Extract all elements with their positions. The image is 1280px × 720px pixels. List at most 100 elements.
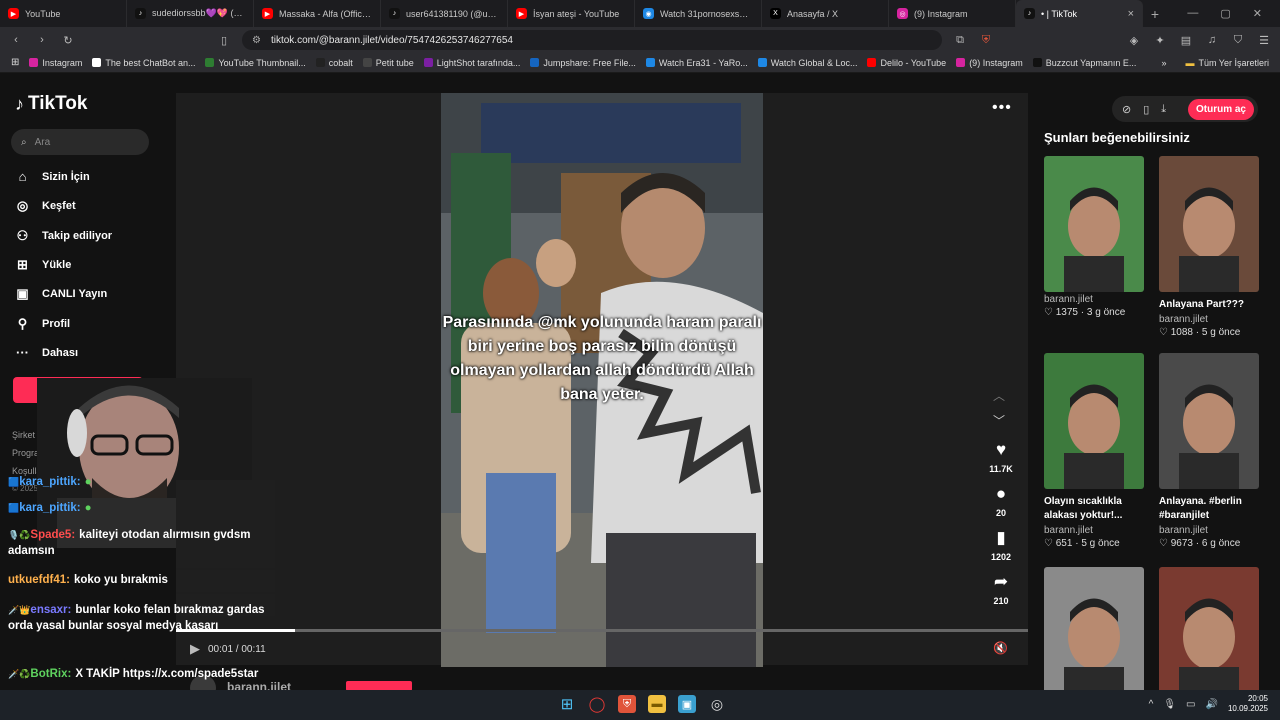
bookmark-item[interactable]: Buzzcut Yapmanın E...	[1028, 58, 1142, 68]
minimize-icon[interactable]: —	[1187, 7, 1198, 20]
shield-icon[interactable]: ⛨	[978, 34, 994, 47]
screenshot-tool-icon[interactable]: ▣	[678, 695, 696, 713]
tab-4[interactable]: ▶ İsyan ateşi - YouTube	[508, 0, 635, 27]
puzzle-icon[interactable]: ✦	[1152, 34, 1168, 47]
extensions-icon[interactable]: ⧉	[952, 34, 968, 47]
video-thumbnail[interactable]	[1159, 156, 1259, 292]
suggested-video-card[interactable]: Anlayana. #berlin #baranjilet barann.jile…	[1159, 353, 1259, 549]
chevron-up-icon[interactable]: ︿	[993, 387, 1005, 404]
upload-icon: ⊞	[17, 257, 28, 272]
bookmark-item[interactable]: cobalt	[311, 58, 358, 68]
maximize-icon[interactable]: ▢	[1220, 7, 1230, 20]
chevron-right-icon[interactable]: »	[1161, 58, 1166, 68]
forward-icon[interactable]: ›	[34, 34, 50, 46]
bookmark-item[interactable]: The best ChatBot an...	[87, 58, 200, 68]
card-author[interactable]: barann.jilet	[1044, 525, 1144, 536]
suggested-video-card[interactable]: barann.jilet ♡ 1375 · 3 g önce	[1044, 156, 1144, 318]
music-icon[interactable]: ♫	[1204, 34, 1220, 47]
volume-icon[interactable]: 🔊	[1206, 699, 1218, 710]
card-stats: ♡ 1375 · 3 g önce	[1044, 307, 1126, 318]
menu-icon[interactable]: ☰	[1256, 34, 1272, 47]
video-caption: Parasınında @mk yolununda haram paralı b…	[442, 314, 762, 403]
tab-6[interactable]: X Anasayfa / X	[762, 0, 889, 27]
back-icon[interactable]: ‹	[8, 34, 24, 46]
card-author[interactable]: barann.jilet	[1044, 294, 1144, 305]
close-window-icon[interactable]: ✕	[1253, 7, 1262, 20]
sidebar-item-5[interactable]: ⚲ Profil	[15, 316, 70, 332]
bookmark-item[interactable]: Watch Era31 - YaRo...	[641, 58, 753, 68]
video-thumbnail[interactable]	[1044, 156, 1144, 292]
sidebar-item-6[interactable]: ··· Dahası	[15, 345, 78, 360]
tab-7[interactable]: ◎ (9) Instagram	[889, 0, 1016, 27]
card-author[interactable]: barann.jilet	[1159, 314, 1259, 325]
video-thumbnail[interactable]	[1159, 567, 1259, 703]
tab-3[interactable]: ♪ user641381190 (@user64...	[381, 0, 508, 27]
wallet-icon[interactable]: ⛉	[1230, 34, 1246, 47]
device-icon[interactable]: ▯	[1143, 103, 1149, 116]
more-options-icon[interactable]: •••	[992, 99, 1012, 117]
bookmark-item[interactable]: Delilo - YouTube	[862, 58, 951, 68]
footer-link-company[interactable]: Şirket	[12, 430, 35, 440]
sidebar-item-1[interactable]: ◎ Keşfet	[15, 198, 76, 214]
brave-icon[interactable]: ⛨	[618, 695, 636, 713]
opera-icon[interactable]: ◯	[588, 695, 606, 713]
suggested-video-card[interactable]	[1044, 567, 1144, 703]
tab-0[interactable]: ▶ YouTube	[0, 0, 127, 27]
share-action[interactable]: ➦ 210	[986, 572, 1016, 606]
sidebar-item-0[interactable]: ⌂ Sizin İçin	[15, 169, 90, 184]
tiktok-logo[interactable]: ♪ TikTok	[15, 93, 87, 115]
bookmark-item[interactable]: Jumpshare: Free File...	[525, 58, 641, 68]
sidebar-item-3[interactable]: ⊞ Yükle	[15, 257, 71, 273]
bookmark-action[interactable]: ▮ 1202	[986, 528, 1016, 562]
coin-icon[interactable]: ⊘	[1122, 103, 1131, 116]
bookmark-item[interactable]: (9) Instagram	[951, 58, 1028, 68]
bookmark-item[interactable]: LightShot tarafında...	[419, 58, 526, 68]
sidebar-item-2[interactable]: ⚇ Takip ediliyor	[15, 228, 112, 244]
tab-5[interactable]: ◉ Watch 31pornosexspades...	[635, 0, 762, 27]
mute-icon[interactable]: 🔇	[993, 641, 1008, 655]
suggested-video-card[interactable]: Anlayana Part??? barann.jilet ♡ 1088 · 5 g…	[1159, 156, 1259, 338]
tab-favicon-icon: ▶	[8, 8, 19, 19]
login-button[interactable]: Oturum aç	[1187, 98, 1254, 120]
video-progress-bar[interactable]	[176, 629, 1028, 632]
microphone-icon[interactable]: 🎙	[1163, 699, 1176, 710]
windows-start-icon[interactable]: ⊞	[558, 695, 576, 713]
download-icon[interactable]: ⤓	[1161, 103, 1166, 116]
bookmark-item[interactable]: Petit tube	[358, 58, 419, 68]
video-player[interactable]: Parasınında @mk yolununda haram paralı b…	[441, 93, 763, 667]
site-info-icon[interactable]: ⚙	[252, 35, 261, 46]
bookmarks-folder[interactable]: ▬ Tüm Yer İşaretleri	[1180, 58, 1274, 68]
new-tab-icon[interactable]: +	[1143, 6, 1167, 22]
tab-8[interactable]: ♪ • | TikTok ×	[1016, 0, 1143, 27]
bookmark-item[interactable]: Instagram	[24, 58, 87, 68]
obs-icon[interactable]: ◎	[708, 695, 726, 713]
video-thumbnail[interactable]	[1159, 353, 1259, 489]
heart-action[interactable]: ♥ 11.7K	[986, 440, 1016, 474]
tab-1[interactable]: ♪ sudediorssbb💜💖 (@su...	[127, 0, 254, 27]
chevron-down-icon[interactable]: ﹀	[993, 412, 1005, 429]
video-thumbnail[interactable]	[1044, 353, 1144, 489]
bookmark-item[interactable]: YouTube Thumbnail...	[200, 58, 310, 68]
chevron-up-tray-icon[interactable]: ^	[1149, 699, 1154, 710]
extension-icon[interactable]: ◈	[1126, 34, 1142, 47]
sidebar-icon[interactable]: ▤	[1178, 34, 1194, 47]
video-thumbnail[interactable]	[1044, 567, 1144, 703]
bookmark-item[interactable]: Watch Global & Loc...	[753, 58, 863, 68]
action-count: 20	[995, 508, 1006, 518]
sidebar-item-4[interactable]: ▣ CANLI Yayın	[15, 286, 107, 302]
file-explorer-icon[interactable]: ▬	[648, 695, 666, 713]
suggested-video-card[interactable]: Olayın sıcaklıkla alakası yoktur!... bara…	[1044, 353, 1144, 549]
clock[interactable]: 20:05 10.09.2025	[1228, 694, 1268, 714]
network-icon[interactable]: ▭	[1186, 699, 1195, 710]
address-bar[interactable]: ⚙ tiktok.com/@barann.jilet/video/7547426…	[242, 30, 942, 50]
reload-icon[interactable]: ↻	[60, 34, 76, 47]
card-age: 5 g önce	[1201, 327, 1241, 338]
tab-2[interactable]: ▶ Massaka - Alfa (Official vid...	[254, 0, 381, 27]
suggested-video-card[interactable]	[1159, 567, 1259, 703]
card-author[interactable]: barann.jilet	[1159, 525, 1259, 536]
apps-icon[interactable]: ⊞	[6, 57, 24, 68]
comment-action[interactable]: ● 20	[986, 484, 1016, 518]
close-tab-icon[interactable]: ×	[1128, 8, 1134, 20]
bookmark-page-icon[interactable]: ▯	[216, 34, 232, 47]
search-input[interactable]: ⌕ Ara	[11, 129, 149, 155]
